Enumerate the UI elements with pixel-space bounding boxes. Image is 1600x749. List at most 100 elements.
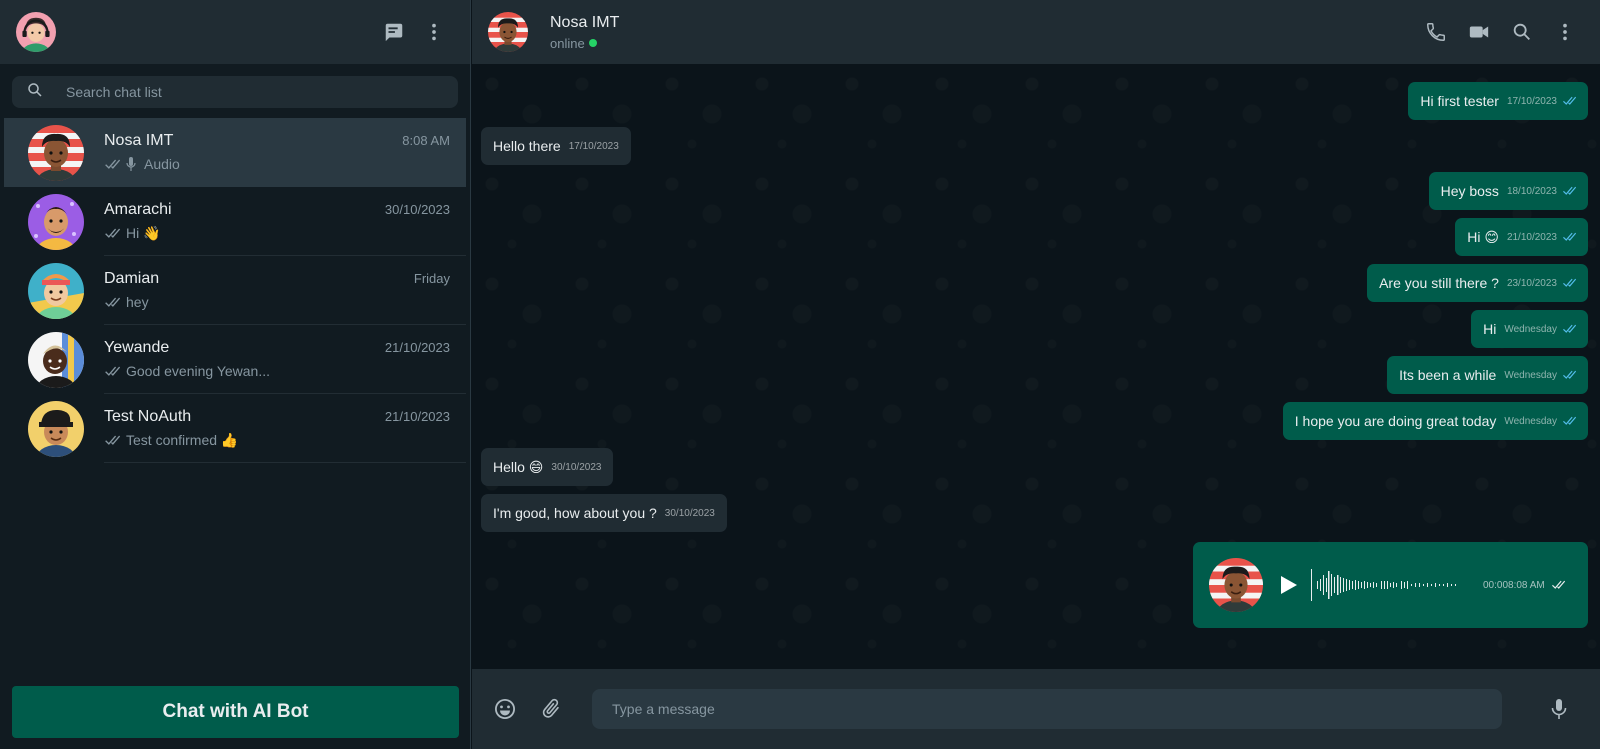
search-bar	[0, 64, 470, 118]
chat-list: Nosa IMT 8:08 AM Audio Amarachi 30/10/20…	[0, 118, 470, 463]
online-indicator	[588, 39, 597, 47]
search-messages-icon[interactable]	[1500, 12, 1543, 52]
message-time: 17/10/2023	[1506, 95, 1557, 107]
message-outgoing[interactable]: Hi Wednesday	[1471, 310, 1588, 348]
search-input[interactable]	[66, 84, 444, 100]
message-time: 21/10/2023	[1506, 231, 1557, 243]
message-time: 18/10/2023	[1506, 185, 1557, 197]
composer	[472, 669, 1600, 749]
emoji-icon[interactable]	[482, 689, 528, 729]
message-text: Its been a while	[1399, 367, 1497, 383]
my-avatar[interactable]	[16, 12, 56, 52]
message-outgoing[interactable]: Hi 😊 21/10/2023	[1455, 218, 1588, 256]
double-check-icon	[1562, 370, 1576, 380]
message-time: Wednesday	[1504, 415, 1557, 427]
double-check-icon	[1562, 186, 1576, 196]
avatar	[28, 125, 84, 181]
mic-icon[interactable]	[1536, 689, 1582, 729]
chat-with-ai-bot-button[interactable]: Chat with AI Bot	[12, 686, 459, 738]
play-icon[interactable]	[1277, 574, 1299, 596]
chat-time: 30/10/2023	[384, 201, 450, 217]
search-icon	[26, 81, 44, 104]
chat-menu-dots-icon[interactable]	[1543, 12, 1586, 52]
avatar	[28, 194, 84, 250]
chat-time: 21/10/2023	[384, 340, 450, 355]
chat-preview: Good evening Yewan...	[126, 363, 271, 379]
message-outgoing[interactable]: Are you still there ? 23/10/2023	[1367, 264, 1588, 302]
sidebar: Nosa IMT 8:08 AM Audio Amarachi 30/10/20…	[0, 0, 471, 749]
message-text: Hi first tester	[1420, 93, 1499, 109]
avatar	[28, 263, 84, 319]
search-box[interactable]	[12, 76, 458, 108]
double-check-icon	[104, 228, 120, 239]
chat-preview: Audio	[144, 156, 180, 172]
message-text: Are you still there ?	[1379, 275, 1499, 291]
sidebar-header	[0, 0, 470, 64]
double-check-icon	[104, 435, 120, 446]
chat-item-test-noauth[interactable]: Test NoAuth 21/10/2023 Test confirmed 👍	[4, 394, 466, 463]
menu-dots-icon[interactable]	[414, 12, 454, 52]
double-check-icon	[1562, 278, 1576, 288]
contact-info[interactable]: Nosa IMT online	[550, 14, 619, 51]
double-check-icon	[1562, 232, 1576, 242]
chat-preview: Test confirmed 👍	[126, 431, 239, 448]
chat-item-nosa-imt[interactable]: Nosa IMT 8:08 AM Audio	[4, 118, 466, 187]
double-check-icon	[1551, 580, 1565, 590]
chat-preview: Hi 👋	[126, 224, 161, 241]
message-outgoing[interactable]: Hi first tester 17/10/2023	[1408, 82, 1588, 120]
chat-name: Damian	[104, 270, 160, 287]
chat-name: Test NoAuth	[104, 407, 192, 425]
message-text: Hello there	[493, 138, 561, 154]
new-chat-icon[interactable]	[374, 12, 414, 52]
attach-icon[interactable]	[528, 689, 574, 729]
message-text: Hello 😄	[493, 458, 544, 475]
message-area[interactable]: Hi first tester 17/10/2023 Hello there 1…	[472, 64, 1600, 669]
chat-item-damian[interactable]: Damian Friday hey	[4, 256, 466, 325]
voice-note-time: 00:008:08 AM	[1483, 579, 1545, 591]
chat-preview: hey	[126, 294, 149, 310]
message-text: Hi	[1483, 321, 1497, 337]
contact-avatar[interactable]	[488, 12, 528, 52]
video-icon[interactable]	[1457, 12, 1500, 52]
message-outgoing[interactable]: Hey boss 18/10/2023	[1428, 172, 1588, 210]
double-check-icon	[104, 366, 120, 377]
chat-time: 21/10/2023	[384, 408, 450, 424]
message-text: Hi 😊	[1467, 228, 1499, 245]
message-incoming[interactable]: I'm good, how about you ? 30/10/2023	[481, 494, 727, 532]
double-check-icon	[104, 297, 120, 308]
message-time: 17/10/2023	[568, 140, 619, 152]
message-time: 30/10/2023	[551, 461, 602, 473]
chat-name: Nosa IMT	[104, 132, 174, 149]
double-check-icon	[1562, 96, 1576, 106]
message-time: Wednesday	[1504, 369, 1557, 381]
chat-time: Friday	[413, 271, 450, 286]
mic-icon	[126, 157, 136, 171]
chat-name: Amarachi	[104, 200, 172, 218]
chat-name: Yewande	[104, 339, 170, 356]
message-text: Hey boss	[1440, 183, 1499, 199]
message-input[interactable]	[592, 689, 1502, 729]
voice-note-message[interactable]: 00:008:08 AM	[1193, 542, 1588, 628]
double-check-icon	[1562, 324, 1576, 334]
phone-icon[interactable]	[1414, 12, 1457, 52]
chat-item-amarachi[interactable]: Amarachi 30/10/2023 Hi 👋	[4, 187, 466, 256]
chat-time: 8:08 AM	[402, 133, 450, 148]
message-time: 23/10/2023	[1506, 277, 1557, 289]
message-outgoing[interactable]: I hope you are doing great today Wednesd…	[1282, 402, 1588, 440]
contact-name: Nosa IMT	[550, 13, 620, 31]
message-outgoing[interactable]: Its been a while Wednesday	[1387, 356, 1588, 394]
double-check-icon	[1562, 416, 1576, 426]
voice-note-avatar	[1209, 558, 1263, 612]
double-check-icon	[104, 159, 120, 170]
contact-status: online	[550, 35, 585, 51]
chat-item-yewande[interactable]: Yewande 21/10/2023 Good evening Yewan...	[4, 325, 466, 394]
message-incoming[interactable]: Hello 😄 30/10/2023	[481, 448, 614, 486]
avatar	[28, 401, 84, 457]
audio-waveform[interactable]	[1311, 565, 1459, 605]
chat-header: Nosa IMT online	[472, 0, 1600, 64]
message-text: I'm good, how about you ?	[493, 505, 657, 521]
contact-status-row: online	[550, 36, 619, 51]
message-time: 30/10/2023	[664, 507, 715, 519]
message-time: Wednesday	[1504, 323, 1557, 335]
message-incoming[interactable]: Hello there 17/10/2023	[481, 127, 631, 165]
